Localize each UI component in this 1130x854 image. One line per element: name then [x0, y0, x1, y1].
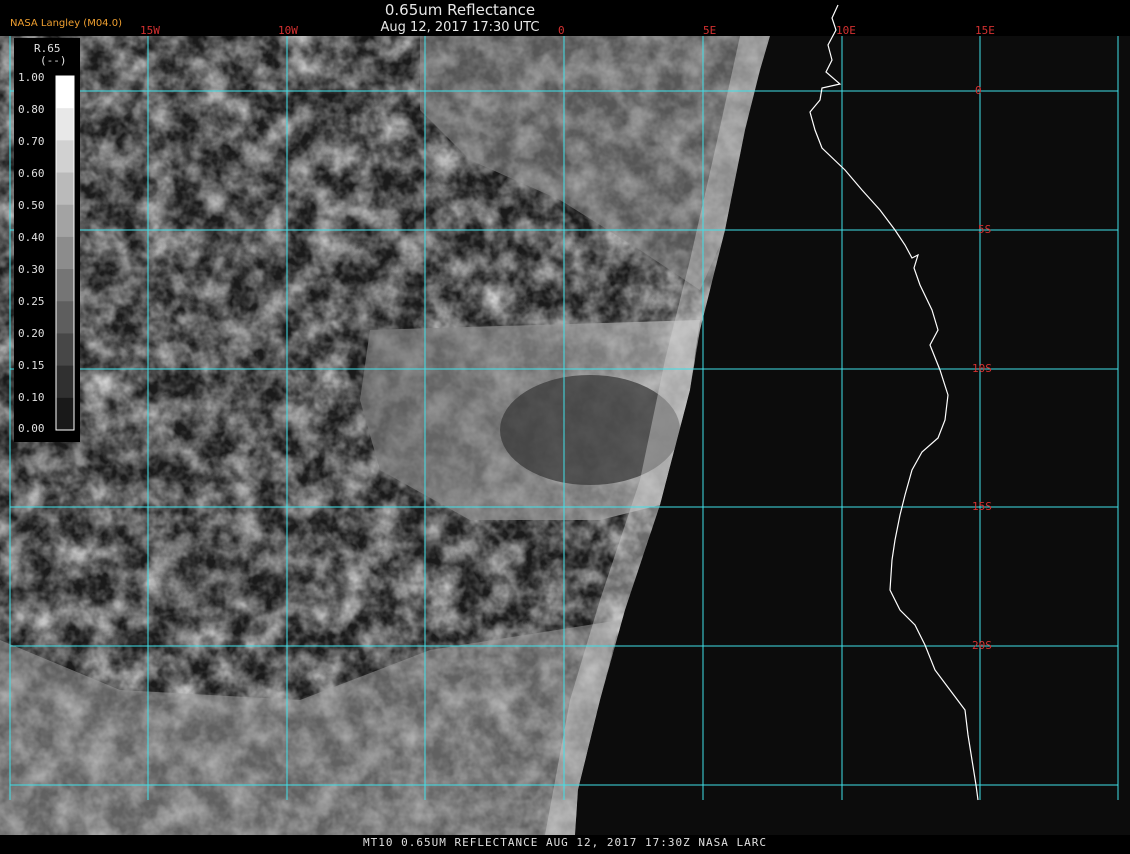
colorbar-swatch: [56, 204, 74, 238]
colorbar-tick: 0.10: [18, 391, 45, 404]
colorbar-swatch: [56, 397, 74, 431]
colorbar-tick: 0.70: [18, 135, 45, 148]
colorbar-tick: 0.20: [18, 327, 45, 340]
map-canvas: 15W 10W 0 5E 10E 15E 0 5S 10S 15S 20S R.…: [0, 4, 1130, 835]
colorbar-tick: 0.60: [18, 167, 45, 180]
colorbar-tick: 0.40: [18, 231, 45, 244]
colorbar-swatch: [56, 333, 74, 367]
colorbar-swatch: [56, 76, 74, 109]
colorbar-swatch: [56, 108, 74, 141]
colorbar-swatch: [56, 172, 74, 206]
colorbar-swatches: [56, 76, 74, 431]
lat-label: 10S: [972, 362, 992, 375]
colorbar-swatch: [56, 365, 74, 399]
colorbar-tick: 0.00: [18, 422, 45, 435]
colorbar-tick: 0.80: [18, 103, 45, 116]
lon-label: 15E: [975, 24, 995, 37]
lat-label: 15S: [972, 500, 992, 513]
colorbar-swatch: [56, 236, 74, 270]
colorbar: R.65 (--) 1.00 0.80 0.70 0.60 0.50 0.40 …: [14, 38, 80, 442]
image-timestamp: Aug 12, 2017 17:30 UTC: [380, 20, 540, 35]
lat-label: 20S: [972, 639, 992, 652]
colorbar-tick: 1.00: [18, 71, 45, 84]
colorbar-tick: 0.50: [18, 199, 45, 212]
lat-label: 5S: [978, 223, 991, 236]
colorbar-swatch: [56, 301, 74, 334]
satellite-map: 15W 10W 0 5E 10E 15E 0 5S 10S 15S 20S R.…: [0, 0, 1130, 850]
image-title: 0.65um Reflectance: [384, 1, 536, 19]
colorbar-swatch: [56, 269, 74, 302]
footer-caption: MT10 0.65UM REFLECTANCE AUG 12, 2017 17:…: [363, 836, 767, 849]
colorbar-tick: 0.15: [18, 359, 45, 372]
colorbar-swatch: [56, 140, 74, 174]
lat-label: 0: [975, 84, 982, 97]
colorbar-units: (--): [40, 54, 67, 67]
brand-label: NASA Langley (M04.0): [10, 18, 122, 29]
colorbar-tick: 0.30: [18, 263, 45, 276]
colorbar-tick: 0.25: [18, 295, 45, 308]
